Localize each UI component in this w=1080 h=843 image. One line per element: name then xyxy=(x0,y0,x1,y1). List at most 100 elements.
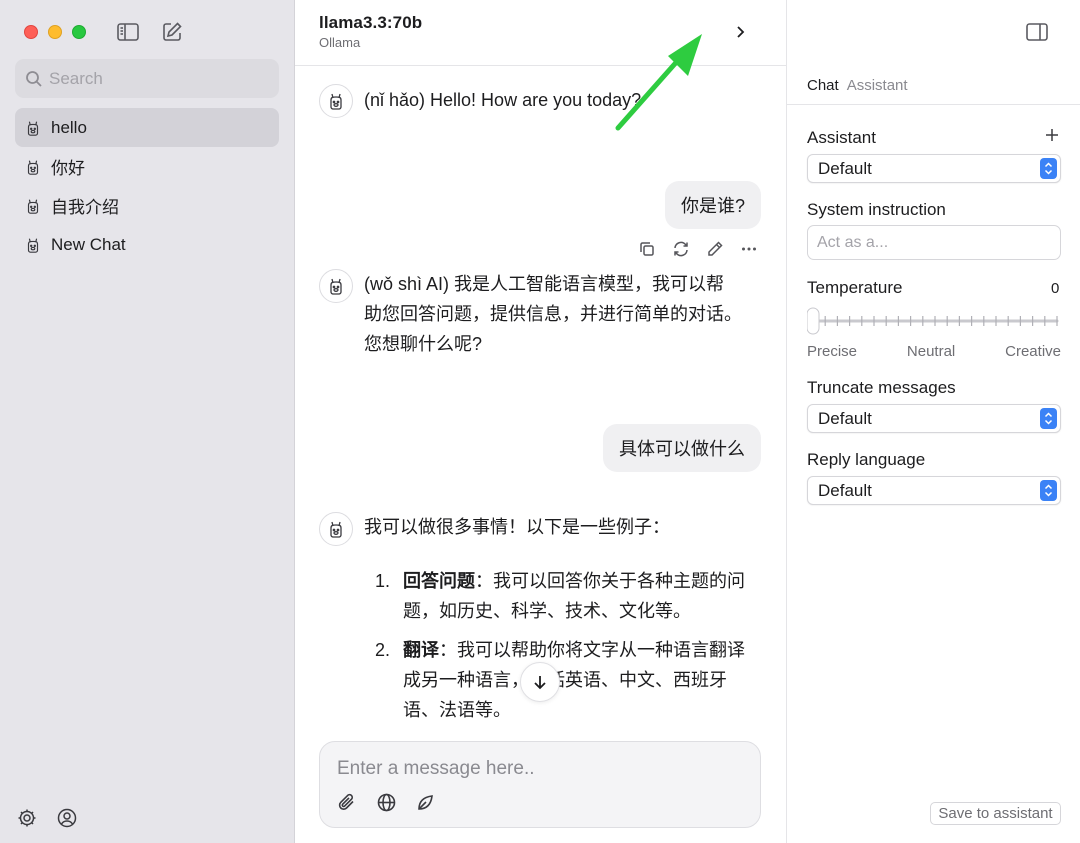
assistant-message: (wǒ shì AI) 我是人工智能语言模型，我可以帮 助您回答问题，提供信息，… xyxy=(364,269,742,359)
message-line: 您想聊什么呢? xyxy=(364,334,483,354)
chat-main: llama3.3:70b Ollama (nǐ hǎo) Hello! How … xyxy=(295,0,786,843)
add-assistant-icon[interactable] xyxy=(1044,127,1060,143)
list-item: 2. 翻译：我可以帮助你将文字从一种语言翻译 成另一种语言，包括英语、中文、西班牙… xyxy=(375,635,775,725)
save-to-assistant-button[interactable]: Save to assistant xyxy=(930,802,1061,825)
select-stepper-icon xyxy=(1040,480,1057,501)
assistant-avatar xyxy=(319,84,353,118)
assistant-select-value: Default xyxy=(818,158,872,178)
new-chat-icon[interactable] xyxy=(160,20,184,44)
temperature-value: 0 xyxy=(1051,280,1060,297)
list-body: 回答问题：我可以回答你关于各种主题的问题，如历史、科学、技术、文化等。 xyxy=(403,566,775,626)
attach-icon[interactable] xyxy=(337,792,358,813)
sidebar-footer xyxy=(16,807,78,829)
slider-label-neutral: Neutral xyxy=(906,343,956,360)
sidebar-toggle-icon[interactable] xyxy=(116,21,140,43)
assistant-message: 我可以做很多事情！以下是一些例子： xyxy=(364,517,670,537)
chat-item-self-intro[interactable]: 自我介绍 xyxy=(15,186,279,225)
more-icon[interactable] xyxy=(740,240,758,258)
panel-tabs: Chat Assistant xyxy=(787,66,1080,105)
chat-item-label: 你好 xyxy=(51,159,85,178)
leaf-icon[interactable] xyxy=(415,792,436,813)
model-name[interactable]: llama3.3:70b xyxy=(319,13,422,33)
settings-panel: Chat Assistant Assistant Default System … xyxy=(786,0,1080,843)
list-title: 翻译 xyxy=(403,640,439,660)
list-number: 1. xyxy=(375,571,391,591)
globe-icon[interactable] xyxy=(376,792,397,813)
chat-header: llama3.3:70b Ollama xyxy=(295,0,786,66)
list-line: ：我可以帮助你将文字从一种语言翻译 xyxy=(439,640,745,660)
list-title: 回答问题 xyxy=(403,571,475,591)
composer-toolbar xyxy=(337,792,436,813)
chat-item-label: New Chat xyxy=(51,234,126,254)
message-line: 助您回答问题，提供信息，并进行简单的对话。 xyxy=(364,304,742,324)
reply-language-select[interactable]: Default xyxy=(807,476,1061,505)
assistant-avatar xyxy=(319,269,353,303)
chat-item-hello[interactable]: hello xyxy=(15,108,279,147)
window-controls xyxy=(24,25,86,39)
temperature-slider[interactable] xyxy=(807,306,1061,336)
select-stepper-icon xyxy=(1040,158,1057,179)
message-list[interactable]: (nǐ hǎo) Hello! How are you today? 你是谁? … xyxy=(295,66,786,736)
chat-list: hello 你好 自我介绍 New Chat xyxy=(15,108,279,264)
copy-icon[interactable] xyxy=(638,240,656,258)
llama-icon xyxy=(27,238,39,253)
tab-chat[interactable]: Chat xyxy=(807,77,839,94)
message-input[interactable] xyxy=(337,756,737,782)
list-item: 1. 回答问题：我可以回答你关于各种主题的问题，如历史、科学、技术、文化等。 xyxy=(375,566,775,626)
app-window: hello 你好 自我介绍 New Chat xyxy=(0,0,1080,843)
llama-icon xyxy=(27,121,39,136)
regenerate-icon[interactable] xyxy=(672,240,690,258)
llama-icon xyxy=(330,521,342,538)
arrow-down-icon xyxy=(534,676,546,690)
assistant-select[interactable]: Default xyxy=(807,154,1061,183)
truncate-label: Truncate messages xyxy=(807,378,956,397)
user-message: 你是谁? xyxy=(664,181,761,229)
temperature-label: Temperature xyxy=(807,278,903,297)
list-line: 语、法语等。 xyxy=(403,700,511,720)
list-line: ：我可以回答你关于各种主题的问 xyxy=(475,571,745,591)
close-window-button[interactable] xyxy=(24,25,38,39)
minimize-window-button[interactable] xyxy=(48,25,62,39)
message-composer xyxy=(319,741,761,828)
llama-icon xyxy=(330,278,342,295)
message-line: (wǒ shì AI) 我是人工智能语言模型，我可以帮 xyxy=(364,274,725,294)
reply-language-select-value: Default xyxy=(818,480,872,500)
zoom-window-button[interactable] xyxy=(72,25,86,39)
truncate-select[interactable]: Default xyxy=(807,404,1061,433)
assistant-message: (nǐ hǎo) Hello! How are you today? xyxy=(364,90,642,110)
llama-icon xyxy=(27,199,39,214)
list-line: 题，如历史、科学、技术、文化等。 xyxy=(403,601,691,621)
llama-icon xyxy=(27,160,39,175)
panel-toggle-icon[interactable] xyxy=(1025,22,1049,42)
search-icon xyxy=(26,70,42,87)
slider-label-creative: Creative xyxy=(1005,343,1061,360)
slider-label-precise: Precise xyxy=(807,343,858,360)
assistant-label: Assistant xyxy=(807,128,876,147)
chat-item-label: 自我介绍 xyxy=(51,198,119,217)
slider-labels: Precise Neutral Creative xyxy=(807,343,1061,360)
select-stepper-icon xyxy=(1040,408,1057,429)
chat-item-label: hello xyxy=(51,117,87,137)
assistant-avatar xyxy=(319,512,353,546)
sidebar: hello 你好 自我介绍 New Chat xyxy=(0,0,295,843)
system-instruction-label: System instruction xyxy=(807,200,946,219)
truncate-select-value: Default xyxy=(818,408,872,428)
reply-language-label: Reply language xyxy=(807,450,926,469)
list-body: 翻译：我可以帮助你将文字从一种语言翻译 成另一种语言，包括英语、中文、西班牙 语、法… xyxy=(403,635,775,725)
account-icon[interactable] xyxy=(56,807,78,829)
edit-icon[interactable] xyxy=(706,240,724,258)
system-instruction-input[interactable] xyxy=(807,225,1061,260)
model-provider: Ollama xyxy=(319,35,361,50)
user-message: 具体可以做什么 xyxy=(603,424,761,472)
chat-item-new-chat[interactable]: New Chat xyxy=(15,225,279,264)
chat-item-nihao[interactable]: 你好 xyxy=(15,147,279,186)
search-input[interactable] xyxy=(49,68,269,89)
message-actions xyxy=(638,240,758,258)
list-number: 2. xyxy=(375,640,391,660)
chevron-right-icon[interactable] xyxy=(731,23,749,41)
tab-assistant[interactable]: Assistant xyxy=(847,77,908,94)
settings-icon[interactable] xyxy=(16,807,38,829)
search-box[interactable] xyxy=(15,59,279,98)
llama-icon xyxy=(330,93,342,110)
scroll-to-bottom-button[interactable] xyxy=(520,662,560,702)
